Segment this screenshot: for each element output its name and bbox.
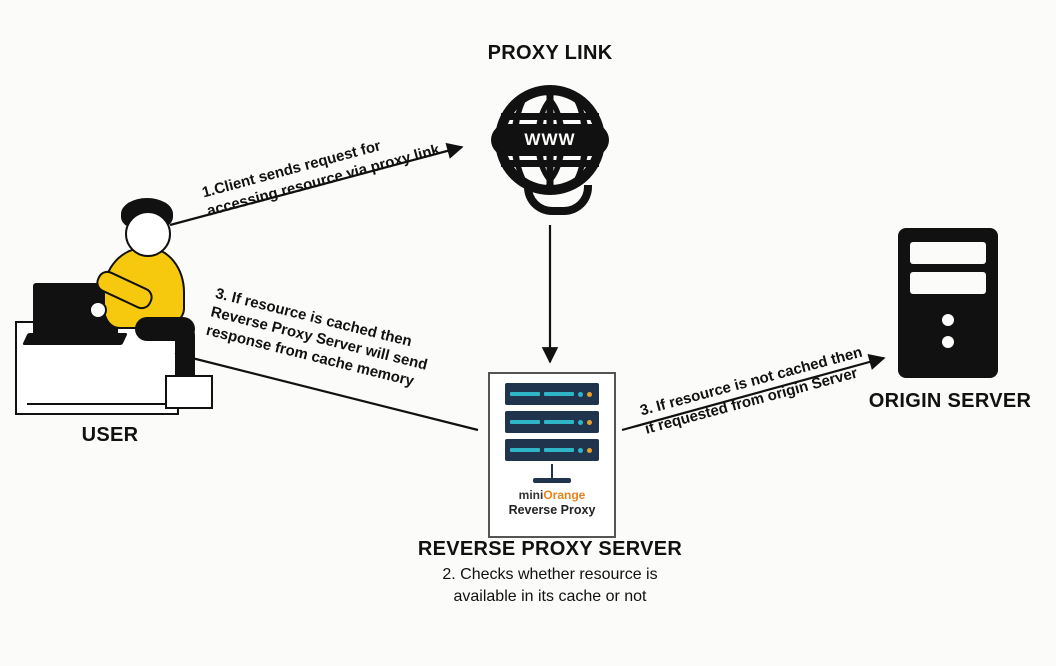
user-title: USER bbox=[60, 424, 160, 447]
origin-server-icon bbox=[898, 228, 998, 378]
reverse-proxy-logo-sub: Reverse Proxy bbox=[509, 503, 596, 517]
globe-www-icon: WWW bbox=[495, 85, 605, 195]
reverse-proxy-box: miniOrange Reverse Proxy bbox=[488, 372, 616, 538]
origin-server-title: ORIGIN SERVER bbox=[860, 390, 1040, 413]
globe-stand-icon bbox=[524, 185, 592, 215]
edge-3a-label: 3. If resource is cached then Reverse Pr… bbox=[204, 284, 434, 394]
edge-1-label: 1.Client sends request for accessing res… bbox=[200, 122, 442, 221]
proxy-link-title: PROXY LINK bbox=[440, 42, 660, 65]
edge-3b-label: 3. If resource is not cached then it req… bbox=[638, 343, 869, 439]
step-2-line1: 2. Checks whether resource is bbox=[400, 566, 700, 584]
miniorange-logo: miniOrange bbox=[519, 488, 586, 502]
globe-band-text: WWW bbox=[491, 124, 609, 156]
reverse-proxy-title: REVERSE PROXY SERVER bbox=[400, 538, 700, 561]
user-illustration bbox=[15, 195, 205, 415]
step-2-line2: available in its cache or not bbox=[400, 588, 700, 606]
